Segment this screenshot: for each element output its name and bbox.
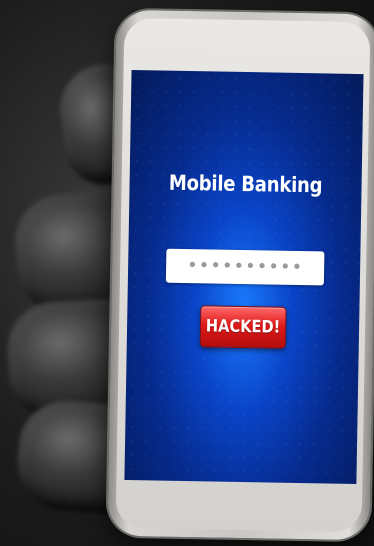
smartphone: Mobile Banking •••••••••• HACKED! [107, 9, 374, 541]
app-title: Mobile Banking [168, 170, 323, 198]
hacked-button[interactable]: HACKED! [199, 305, 287, 349]
phone-screen: Mobile Banking •••••••••• HACKED! [124, 70, 364, 485]
photo-scene: Mobile Banking •••••••••• HACKED! [0, 0, 374, 546]
password-field[interactable]: •••••••••• [165, 248, 325, 286]
